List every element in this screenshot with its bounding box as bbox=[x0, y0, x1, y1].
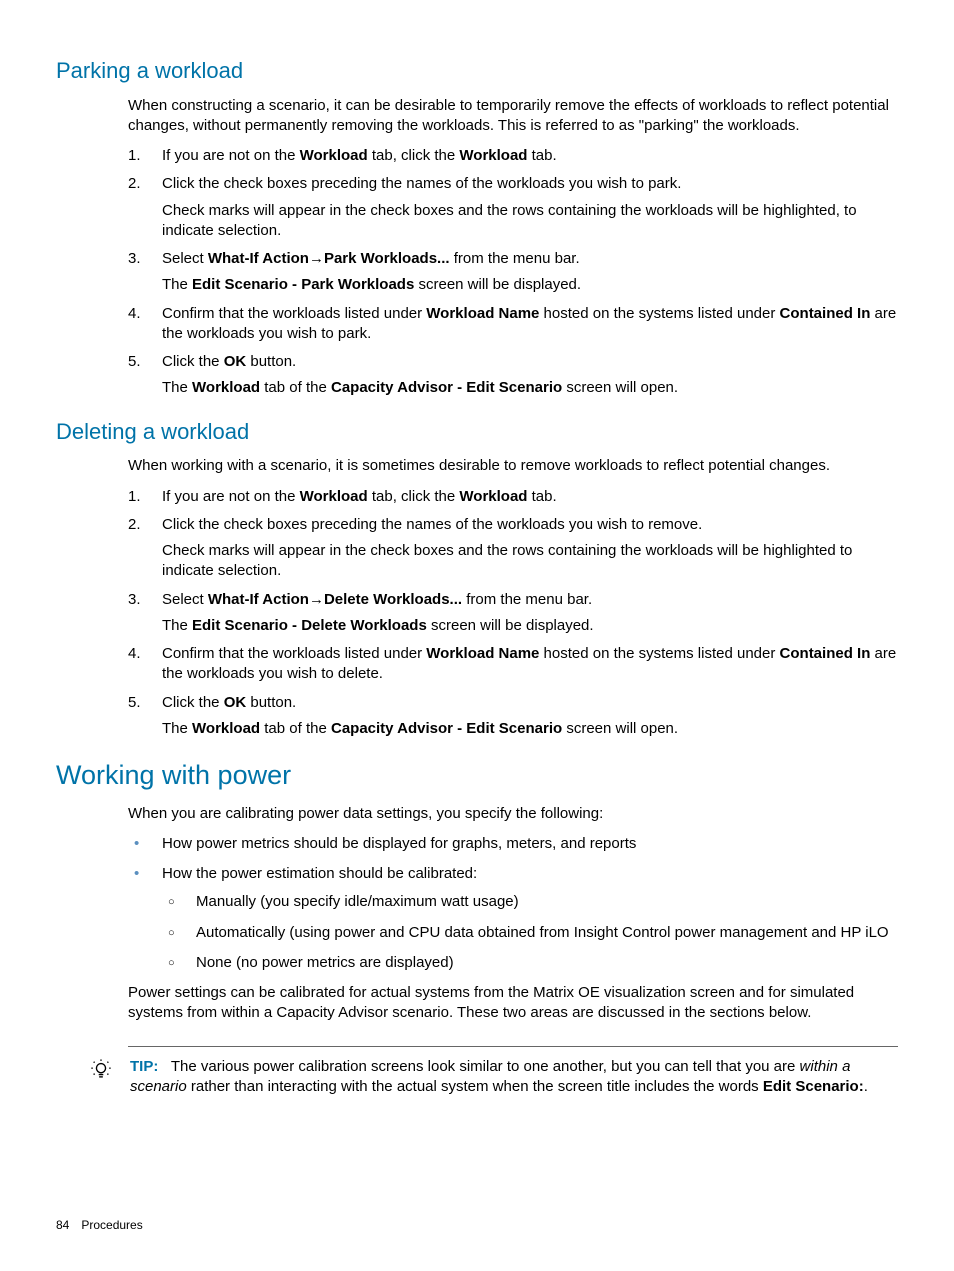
sub-bullet-1: Manually (you specify idle/maximum watt … bbox=[162, 892, 898, 912]
heading-working-with-power: Working with power bbox=[56, 757, 898, 793]
step-5: 5. Click the OK button. The Workload tab… bbox=[128, 352, 898, 399]
para-power-outro: Power settings can be calibrated for act… bbox=[128, 983, 898, 1024]
bullets-power: How power metrics should be displayed fo… bbox=[128, 834, 898, 973]
step-5: 5. Click the OK button. The Workload tab… bbox=[128, 693, 898, 740]
step-3: 3. Select What-If Action→Park Workloads.… bbox=[128, 249, 898, 296]
sub-bullets: Manually (you specify idle/maximum watt … bbox=[162, 892, 898, 973]
step-4: 4. Confirm that the workloads listed und… bbox=[128, 644, 898, 685]
para-parking-intro: When constructing a scenario, it can be … bbox=[128, 96, 898, 137]
step-1: 1. If you are not on the Workload tab, c… bbox=[128, 146, 898, 166]
step-3: 3. Select What-If Action→Delete Workload… bbox=[128, 590, 898, 637]
step-2: 2. Click the check boxes preceding the n… bbox=[128, 174, 898, 241]
step-2: 2. Click the check boxes preceding the n… bbox=[128, 515, 898, 582]
steps-deleting: 1. If you are not on the Workload tab, c… bbox=[128, 487, 898, 740]
separator bbox=[128, 1046, 898, 1047]
footer-section: Procedures bbox=[81, 1218, 142, 1232]
bullet-1: How power metrics should be displayed fo… bbox=[128, 834, 898, 854]
heading-parking-workload: Parking a workload bbox=[56, 56, 898, 86]
tip-text: TIP: The various power calibration scree… bbox=[130, 1057, 898, 1098]
step-1: 1. If you are not on the Workload tab, c… bbox=[128, 487, 898, 507]
tip-icon bbox=[90, 1059, 112, 1087]
page-footer: 84 Procedures bbox=[56, 1217, 143, 1233]
page-number: 84 bbox=[56, 1218, 69, 1232]
para-deleting-intro: When working with a scenario, it is some… bbox=[128, 456, 898, 476]
step-4: 4. Confirm that the workloads listed und… bbox=[128, 304, 898, 345]
para-power-intro: When you are calibrating power data sett… bbox=[128, 804, 898, 824]
heading-deleting-workload: Deleting a workload bbox=[56, 417, 898, 447]
tip-label: TIP: bbox=[130, 1058, 158, 1075]
tip-block: TIP: The various power calibration scree… bbox=[90, 1057, 898, 1098]
sub-bullet-2: Automatically (using power and CPU data … bbox=[162, 923, 898, 943]
bullet-2: How the power estimation should be calib… bbox=[128, 864, 898, 973]
steps-parking: 1. If you are not on the Workload tab, c… bbox=[128, 146, 898, 399]
sub-bullet-3: None (no power metrics are displayed) bbox=[162, 953, 898, 973]
